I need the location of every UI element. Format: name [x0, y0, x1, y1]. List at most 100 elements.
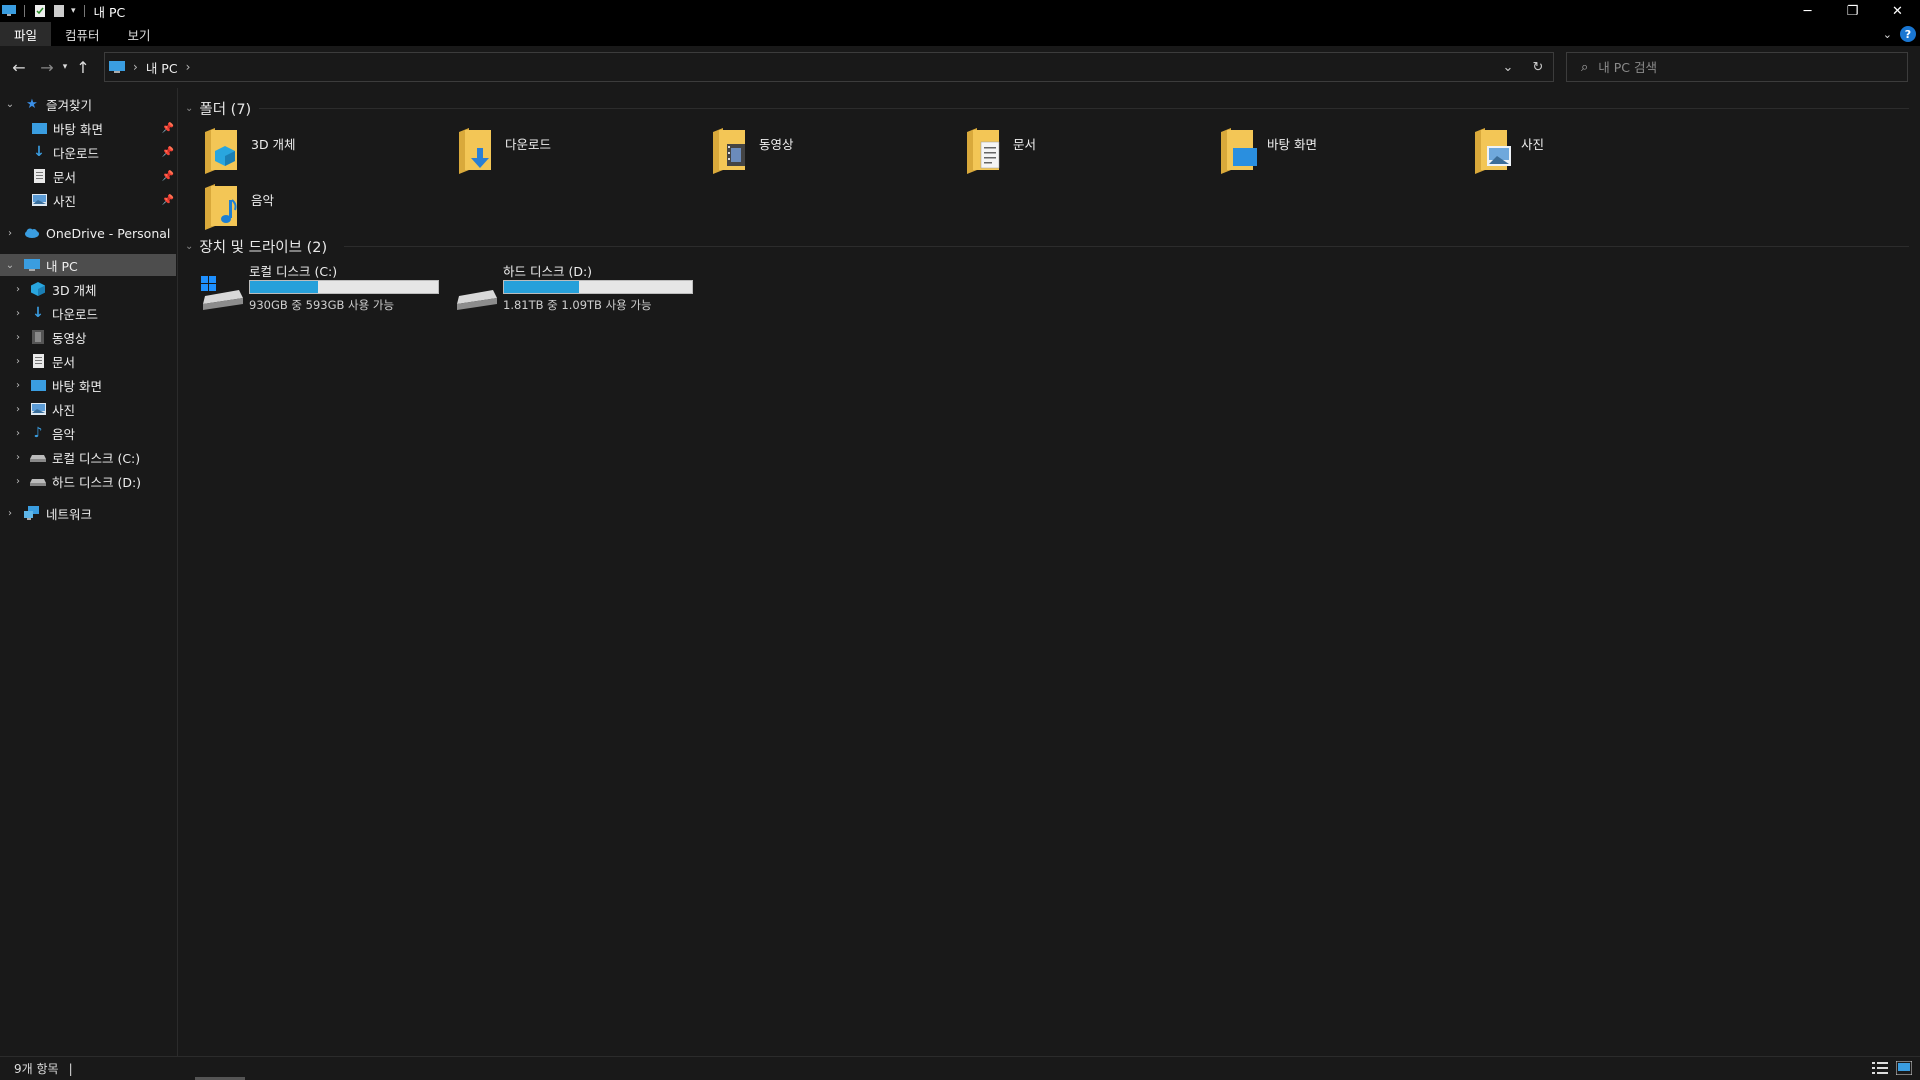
window-title: 내 PC	[93, 4, 126, 20]
new-folder-icon[interactable]	[52, 5, 66, 17]
chevron-right-icon[interactable]: ›	[4, 228, 16, 239]
sidebar-item-hard-disk-d[interactable]: › 하드 디스크 (D:)	[0, 470, 176, 492]
close-button[interactable]: ✕	[1875, 0, 1920, 22]
breadcrumb-this-pc[interactable]: 내 PC	[146, 58, 178, 77]
sidebar-item-music[interactable]: › ♪ 음악	[0, 422, 176, 444]
sidebar-item-label: 3D 개체	[52, 282, 97, 298]
tab-file[interactable]: 파일	[0, 22, 52, 46]
sidebar-item-local-disk-c[interactable]: › 로컬 디스크 (C:)	[0, 446, 176, 468]
content-pane: ⌄ 폴더 (7) 3D 개체 다운로드 동영상 문서 바탕 화면 사진 음악 ⌄…	[179, 88, 1920, 1056]
star-icon: ★	[26, 96, 38, 112]
chevron-right-icon[interactable]: ›	[12, 332, 24, 343]
sidebar-item-pictures-pinned[interactable]: 사진 📌	[0, 189, 176, 211]
chevron-right-icon[interactable]: ›	[4, 508, 16, 519]
drive-icon	[30, 474, 46, 488]
chevron-right-icon[interactable]: ›	[12, 356, 24, 367]
up-button[interactable]: ↑	[72, 52, 94, 82]
sidebar-item-quick-access[interactable]: ⌄ ★ 즐겨찾기	[0, 93, 176, 115]
sidebar-item-documents[interactable]: › 문서	[0, 350, 176, 372]
sidebar-item-3d-objects[interactable]: › 3D 개체	[0, 278, 176, 300]
sidebar-item-videos[interactable]: › 동영상	[0, 326, 176, 348]
sidebar-item-label: 즐겨찾기	[46, 97, 93, 113]
breadcrumb-separator[interactable]: ›	[186, 60, 191, 74]
breadcrumb-separator[interactable]: ›	[133, 60, 138, 74]
tab-view[interactable]: 보기	[114, 22, 165, 46]
quick-access-toolbar: ▾	[0, 5, 88, 17]
sidebar-item-network[interactable]: › 네트워크	[0, 502, 176, 524]
this-pc-icon	[2, 5, 16, 16]
chevron-down-icon[interactable]: ⌄	[185, 103, 193, 114]
pin-icon[interactable]: 📌	[162, 195, 174, 206]
drive-usage-bar	[249, 280, 439, 294]
sidebar-item-label: 바탕 화면	[53, 121, 103, 137]
chevron-down-icon[interactable]: ⌄	[4, 260, 16, 271]
customize-toolbar-icon[interactable]: ▾	[71, 6, 76, 16]
group-title: 장치 및 드라이브 (2)	[199, 239, 328, 256]
expand-ribbon-icon[interactable]: ⌄	[1883, 28, 1892, 41]
folder-tile-music[interactable]: 음악	[203, 184, 443, 234]
sidebar-item-desktop[interactable]: › 바탕 화면	[0, 374, 176, 396]
drive-tile-d[interactable]: 하드 디스크 (D:) 1.81TB 중 1.09TB 사용 가능	[453, 264, 693, 316]
drive-tile-c[interactable]: 로컬 디스크 (C:) 930GB 중 593GB 사용 가능	[199, 264, 439, 316]
sidebar-item-documents-pinned[interactable]: 문서 📌	[0, 165, 176, 187]
sidebar-item-downloads-pinned[interactable]: ↓ 다운로드 📌	[0, 141, 176, 163]
drive-usage-fill	[250, 281, 318, 293]
folders-group-header[interactable]: ⌄ 폴더 (7)	[185, 98, 251, 118]
search-box[interactable]: ⌕	[1566, 52, 1908, 82]
music-note-icon: ♪	[33, 425, 43, 441]
sidebar-item-this-pc[interactable]: ⌄ 내 PC	[0, 254, 176, 276]
pin-icon[interactable]: 📌	[162, 171, 174, 182]
help-icon[interactable]: ?	[1900, 26, 1916, 42]
chevron-right-icon[interactable]: ›	[12, 476, 24, 487]
drive-usage-fill	[504, 281, 580, 293]
properties-icon[interactable]	[33, 5, 47, 17]
sidebar-item-label: 다운로드	[53, 145, 100, 161]
refresh-icon[interactable]: ↻	[1523, 60, 1553, 75]
chevron-right-icon[interactable]: ›	[12, 452, 24, 463]
forward-button[interactable]: →	[36, 52, 58, 82]
search-icon: ⌕	[1581, 59, 1589, 75]
sidebar-item-label: OneDrive - Personal	[46, 225, 171, 241]
pin-icon[interactable]: 📌	[162, 147, 174, 158]
pictures-icon	[30, 402, 46, 416]
minimize-button[interactable]: ─	[1785, 0, 1830, 22]
sidebar-item-label: 음악	[52, 426, 76, 442]
large-icons-view-icon[interactable]	[1896, 1061, 1912, 1075]
chevron-right-icon[interactable]: ›	[12, 308, 24, 319]
navigation-bar: ← → ▾ ↑ › 내 PC › ⌄ ↻ ⌕	[0, 46, 1920, 88]
back-button[interactable]: ←	[8, 52, 30, 82]
folder-tile-desktop[interactable]: 바탕 화면	[1219, 128, 1459, 178]
chevron-right-icon[interactable]: ›	[12, 404, 24, 415]
maximize-button[interactable]: ❐	[1830, 0, 1875, 22]
folder-tile-documents[interactable]: 문서	[965, 128, 1205, 178]
folder-name: 3D 개체	[251, 137, 296, 152]
chevron-right-icon[interactable]: ›	[12, 284, 24, 295]
sidebar-item-onedrive[interactable]: › OneDrive - Personal	[0, 222, 176, 244]
address-bar[interactable]: › 내 PC › ⌄ ↻	[104, 52, 1554, 82]
folder-tile-pictures[interactable]: 사진	[1473, 128, 1713, 178]
details-view-icon[interactable]	[1872, 1061, 1888, 1075]
search-input[interactable]	[1598, 59, 1899, 75]
chevron-down-icon[interactable]: ⌄	[4, 99, 16, 110]
pin-icon[interactable]: 📌	[162, 123, 174, 134]
sidebar-item-label: 로컬 디스크 (C:)	[52, 450, 141, 466]
network-icon	[24, 506, 40, 520]
folder-tile-videos[interactable]: 동영상	[711, 128, 951, 178]
document-icon	[30, 354, 46, 368]
folder-name: 동영상	[759, 137, 794, 152]
sidebar-item-downloads[interactable]: › ↓ 다운로드	[0, 302, 176, 324]
folder-tile-3d-objects[interactable]: 3D 개체	[203, 128, 443, 178]
chevron-right-icon[interactable]: ›	[12, 428, 24, 439]
chevron-right-icon[interactable]: ›	[12, 380, 24, 391]
tab-computer[interactable]: 컴퓨터	[51, 22, 114, 46]
folder-3d-objects-icon	[205, 128, 237, 174]
address-dropdown-icon[interactable]: ⌄	[1493, 60, 1523, 75]
recent-locations-button[interactable]: ▾	[58, 52, 72, 82]
group-divider	[344, 246, 1909, 247]
sidebar-item-desktop-pinned[interactable]: 바탕 화면 📌	[0, 117, 176, 139]
sidebar-item-pictures[interactable]: › 사진	[0, 398, 176, 420]
chevron-down-icon[interactable]: ⌄	[185, 241, 193, 252]
pictures-icon	[31, 193, 47, 207]
folder-tile-downloads[interactable]: 다운로드	[457, 128, 697, 178]
drives-group-header[interactable]: ⌄ 장치 및 드라이브 (2)	[185, 236, 327, 256]
